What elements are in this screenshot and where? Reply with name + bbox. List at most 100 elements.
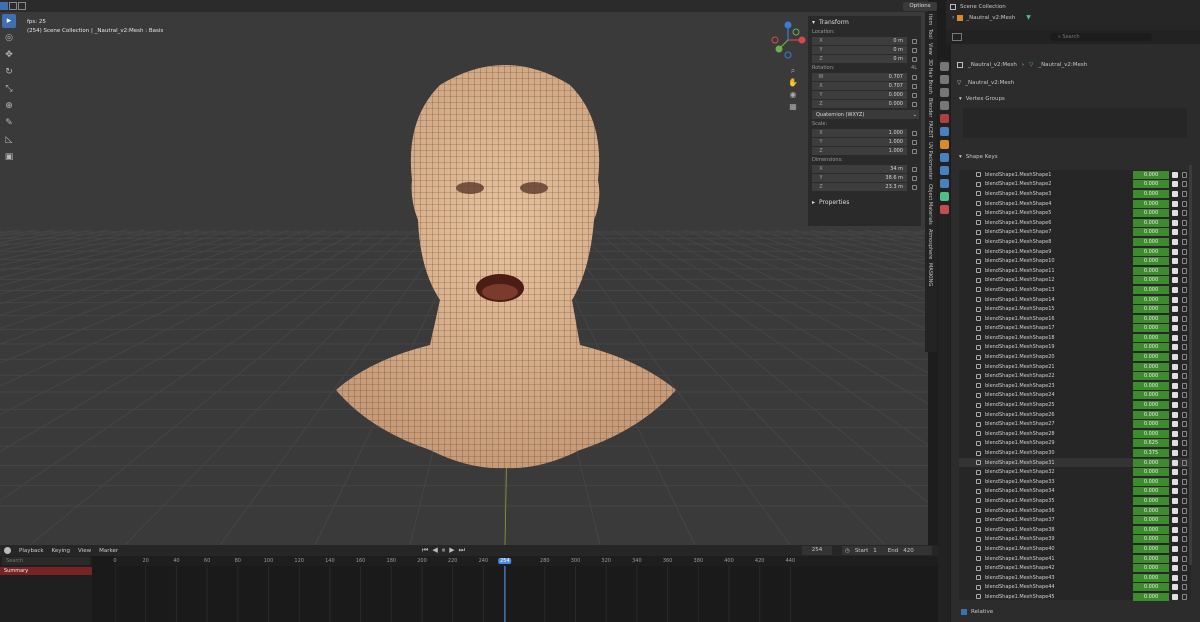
shape-key-value[interactable]: 0.000 bbox=[1133, 266, 1169, 275]
lock-icon[interactable] bbox=[1182, 210, 1187, 217]
lock-icon[interactable] bbox=[1182, 344, 1187, 351]
shape-key-row[interactable]: blendShape1.MeshShape36 0.000 bbox=[959, 506, 1191, 516]
transform-location-z-field[interactable]: Z 0 m bbox=[812, 55, 917, 64]
sidebar-tab-2[interactable]: View bbox=[927, 41, 933, 57]
shape-key-row[interactable]: blendShape1.MeshShape11 0.000 bbox=[959, 266, 1191, 276]
shape-key-mute-checkbox[interactable] bbox=[1172, 306, 1178, 313]
shape-key-row[interactable]: blendShape1.MeshShape16 0.000 bbox=[959, 314, 1191, 324]
shape-key-mute-checkbox[interactable] bbox=[1172, 210, 1178, 217]
lock-icon[interactable] bbox=[1182, 267, 1187, 274]
timeline-menu-view[interactable]: View bbox=[78, 548, 91, 554]
shape-key-mute-checkbox[interactable] bbox=[1172, 517, 1178, 524]
shape-key-value[interactable]: 0.000 bbox=[1133, 324, 1169, 333]
sidebar-tab-3[interactable]: 3D Hair Brush bbox=[927, 57, 933, 96]
lock-icon[interactable] bbox=[1182, 430, 1187, 437]
lock-icon[interactable] bbox=[1182, 382, 1187, 389]
rotate-tool-icon[interactable]: ↻ bbox=[2, 65, 16, 79]
shape-key-row[interactable]: blendShape1.MeshShape26 0.000 bbox=[959, 410, 1191, 420]
lock-icon[interactable] bbox=[912, 48, 917, 53]
shape-key-row[interactable]: blendShape1.MeshShape17 0.000 bbox=[959, 324, 1191, 334]
material-tab-icon[interactable] bbox=[940, 205, 949, 214]
shape-key-row[interactable]: blendShape1.MeshShape20 0.000 bbox=[959, 352, 1191, 362]
transform-scale-z-field[interactable]: Z 1.000 bbox=[812, 147, 917, 156]
shape-key-mute-checkbox[interactable] bbox=[1172, 171, 1178, 178]
shape-key-value[interactable]: 0.625 bbox=[1133, 439, 1169, 448]
jump-end-icon[interactable]: ⏭ bbox=[459, 546, 465, 555]
shape-key-row[interactable]: blendShape1.MeshShape12 0.000 bbox=[959, 276, 1191, 286]
shape-key-row[interactable]: blendShape1.MeshShape2 0.000 bbox=[959, 180, 1191, 190]
shape-key-row[interactable]: blendShape1.MeshShape15 0.000 bbox=[959, 304, 1191, 314]
lock-icon[interactable] bbox=[1182, 325, 1187, 332]
shape-key-value[interactable]: 0.000 bbox=[1133, 362, 1169, 371]
timeline-menu-keying[interactable]: Keying bbox=[52, 548, 70, 554]
camera-icon[interactable]: ◉ bbox=[788, 89, 798, 101]
lock-icon[interactable] bbox=[1182, 440, 1187, 447]
shape-key-mute-checkbox[interactable] bbox=[1172, 258, 1178, 265]
transform-dimensions-z-field[interactable]: Z 23.3 m bbox=[812, 183, 917, 192]
lock-icon[interactable] bbox=[912, 102, 917, 107]
lock-icon[interactable] bbox=[1182, 315, 1187, 322]
jump-start-icon[interactable]: ⏮ bbox=[422, 546, 428, 555]
shape-key-value[interactable]: 0.000 bbox=[1133, 573, 1169, 582]
sidebar-tab-1[interactable]: Tool bbox=[927, 27, 933, 41]
shape-key-value[interactable]: 0.000 bbox=[1133, 410, 1169, 419]
lock-icon[interactable] bbox=[912, 84, 917, 89]
shape-key-row[interactable]: blendShape1.MeshShape18 0.000 bbox=[959, 333, 1191, 343]
shape-key-value[interactable]: 0.000 bbox=[1133, 247, 1169, 256]
shape-key-mute-checkbox[interactable] bbox=[1172, 421, 1178, 428]
3d-viewport[interactable]: fps: 25 (254) Scene Collection | _Nautra… bbox=[0, 0, 928, 545]
shape-key-row[interactable]: blendShape1.MeshShape22 0.000 bbox=[959, 371, 1191, 381]
lock-icon[interactable] bbox=[1182, 219, 1187, 226]
sidebar-tab-7[interactable]: Object Materials bbox=[927, 182, 933, 227]
editor-type-icon[interactable] bbox=[952, 33, 962, 41]
transform-header[interactable]: ▾ Transform bbox=[808, 16, 921, 28]
shape-key-row[interactable]: blendShape1.MeshShape14 0.000 bbox=[959, 295, 1191, 305]
step-back-icon[interactable]: ◀ bbox=[432, 546, 437, 555]
lock-icon[interactable] bbox=[1182, 478, 1187, 485]
lock-icon[interactable] bbox=[1182, 181, 1187, 188]
lock-icon[interactable] bbox=[912, 93, 917, 98]
shape-key-value[interactable]: 0.000 bbox=[1133, 506, 1169, 515]
shape-key-row[interactable]: blendShape1.MeshShape31 0.000 bbox=[959, 457, 1191, 468]
shape-key-mute-checkbox[interactable] bbox=[1172, 200, 1178, 207]
world-tab-icon[interactable] bbox=[940, 127, 949, 136]
shape-key-row[interactable]: blendShape1.MeshShape45 0.000 bbox=[959, 592, 1191, 602]
lock-icon[interactable] bbox=[912, 167, 917, 172]
shape-key-value[interactable]: 0.000 bbox=[1133, 535, 1169, 544]
shape-key-row[interactable]: blendShape1.MeshShape10 0.000 bbox=[959, 256, 1191, 266]
timeline-menu-marker[interactable]: Marker bbox=[99, 548, 118, 554]
lock-icon[interactable] bbox=[1182, 402, 1187, 409]
lock-icon[interactable] bbox=[1182, 536, 1187, 543]
shape-key-mute-checkbox[interactable] bbox=[1172, 181, 1178, 188]
shape-key-value[interactable]: 0.000 bbox=[1133, 353, 1169, 362]
shape-key-value[interactable]: 0.000 bbox=[1133, 554, 1169, 563]
shape-key-value[interactable]: 0.000 bbox=[1133, 564, 1169, 573]
measure-tool-icon[interactable]: ◺ bbox=[2, 133, 16, 147]
shape-key-value[interactable]: 0.000 bbox=[1133, 420, 1169, 429]
preview-range-icon[interactable]: ◷ bbox=[845, 548, 850, 554]
lock-icon[interactable] bbox=[912, 149, 917, 154]
scale-tool-icon[interactable]: ⤡ bbox=[2, 82, 16, 96]
timeline-menu-playback[interactable]: Playback bbox=[19, 548, 44, 554]
shape-key-value[interactable]: 0.000 bbox=[1133, 285, 1169, 294]
transform-dimensions-y-field[interactable]: Y 38.6 m bbox=[812, 174, 917, 183]
shape-key-value[interactable]: 0.000 bbox=[1133, 209, 1169, 218]
shape-key-mute-checkbox[interactable] bbox=[1172, 469, 1178, 476]
shape-key-row[interactable]: blendShape1.MeshShape5 0.000 bbox=[959, 208, 1191, 218]
shape-key-value[interactable]: 0.000 bbox=[1133, 525, 1169, 534]
shape-key-row[interactable]: blendShape1.MeshShape44 0.000 bbox=[959, 583, 1191, 593]
shape-key-mute-checkbox[interactable] bbox=[1172, 526, 1178, 533]
shape-key-value[interactable]: 0.000 bbox=[1133, 468, 1169, 477]
shape-key-value[interactable]: 0.000 bbox=[1133, 170, 1169, 179]
shape-key-mute-checkbox[interactable] bbox=[1172, 382, 1178, 389]
shape-key-row[interactable]: blendShape1.MeshShape35 0.000 bbox=[959, 496, 1191, 506]
vertex-groups-header[interactable]: Vertex Groups bbox=[966, 96, 1005, 102]
shape-key-value[interactable]: 0.000 bbox=[1133, 372, 1169, 381]
lock-icon[interactable] bbox=[1182, 574, 1187, 581]
shape-key-row[interactable]: blendShape1.MeshShape6 0.000 bbox=[959, 218, 1191, 228]
lock-icon[interactable] bbox=[912, 57, 917, 62]
pan-hand-icon[interactable]: ✋ bbox=[788, 77, 798, 89]
zoom-icon[interactable]: ⌕ bbox=[788, 65, 798, 77]
lock-icon[interactable] bbox=[1182, 421, 1187, 428]
shape-key-value[interactable]: 0.000 bbox=[1133, 237, 1169, 246]
